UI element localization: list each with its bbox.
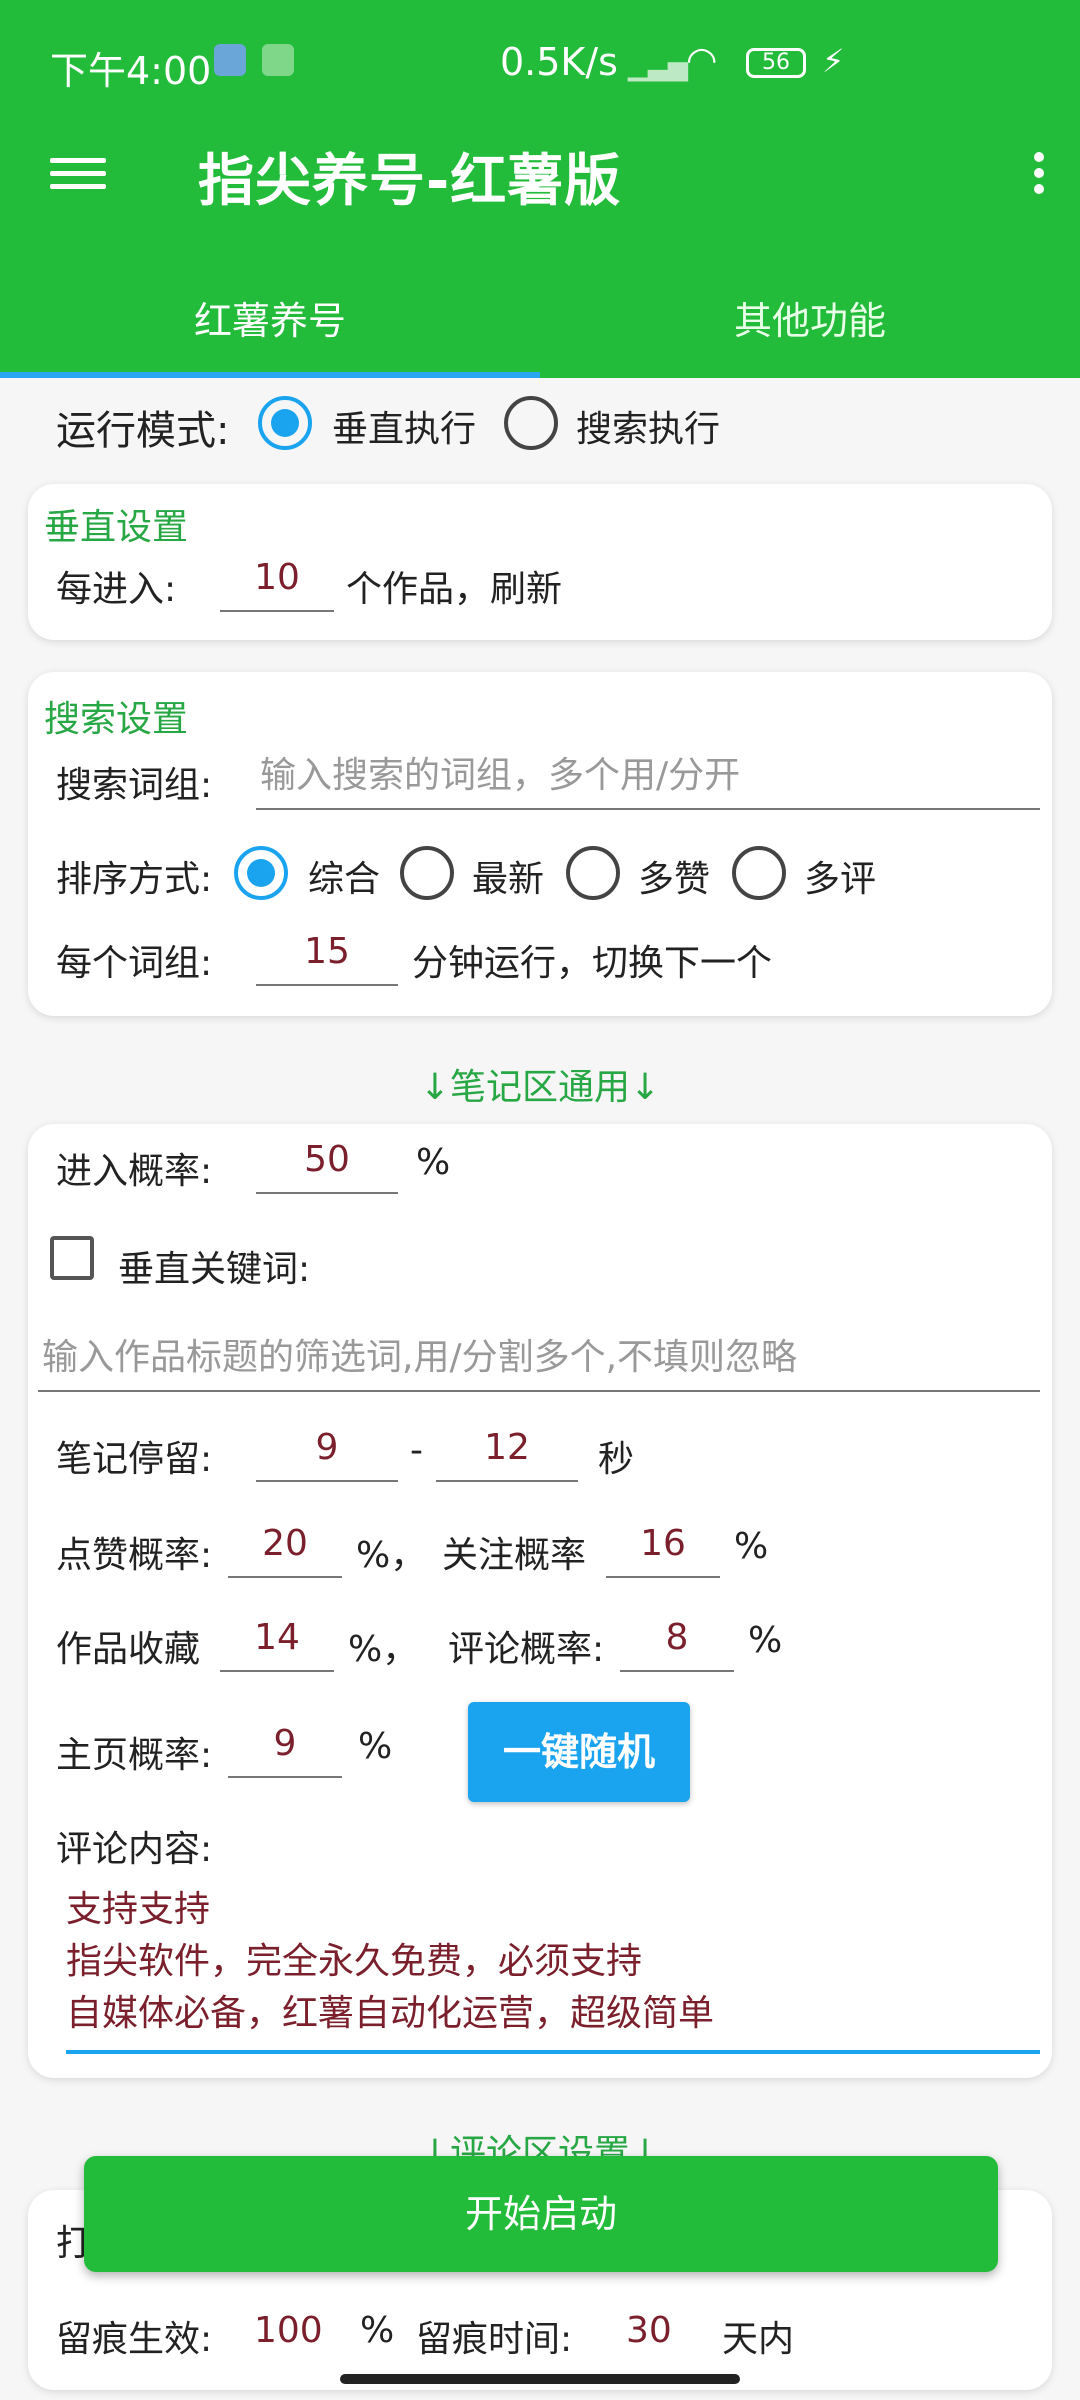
collect-prob-input[interactable]: 14 [220,1610,334,1672]
network-speed: 0.5K/s [500,40,618,84]
like-prob-label: 点赞概率: [56,1535,213,1576]
trace-effective-unit: % [360,2310,395,2351]
home-prob-unit: % [358,1726,393,1767]
app-header: 下午4:00 0.5K/s ▁▃▅ ◠ 56 ⚡ 指尖养号-红薯版 红薯养号 其… [0,0,1080,378]
home-indicator[interactable] [340,2374,740,2384]
search-settings-card: 搜索设置 搜索词组: 输入搜索的词组，多个用/分开 排序方式: 综合 最新 多赞… [28,672,1052,1016]
vertical-keyword-checkbox[interactable] [50,1236,94,1280]
more-options-icon[interactable] [1024,146,1054,206]
app-title: 指尖养号-红薯版 [198,149,622,214]
random-button[interactable]: 一键随机 [468,1702,690,1802]
sort-most-comments-radio[interactable] [732,846,786,900]
signal-icon: ▁▃▅ [628,52,688,82]
stay-dash: - [410,1430,423,1471]
comment-line-3: 自媒体必备，红薯自动化运营，超级简单 [66,1993,715,2034]
per-word-suffix: 分钟运行，切换下一个 [412,943,773,984]
per-word-label: 每个词组: [56,943,213,984]
comment-content-label: 评论内容: [56,1829,213,1870]
sort-most-likes-radio[interactable] [566,846,620,900]
notification-icon [214,44,246,76]
notes-settings-card: 进入概率: 50 % 垂直关键词: 输入作品标题的筛选词,用/分割多个,不填则忽… [28,1124,1052,2078]
sort-comprehensive-label[interactable]: 综合 [308,850,380,902]
sort-comprehensive-radio[interactable] [234,846,288,900]
enter-prob-input[interactable]: 50 [256,1132,398,1194]
status-time: 下午4:00 [50,49,212,93]
follow-prob-input[interactable]: 16 [606,1516,720,1578]
comment-line-2: 指尖软件，完全永久免费，必须支持 [66,1941,643,1982]
run-mode-label: 运行模式: [56,408,230,454]
stay-label: 笔记停留: [56,1439,213,1480]
android-icon [262,44,294,76]
run-mode-search-radio[interactable] [504,396,558,450]
trace-effective-value[interactable]: 100 [254,2310,323,2351]
search-settings-title: 搜索设置 [44,699,189,740]
status-bar: 下午4:00 0.5K/s ▁▃▅ ◠ 56 ⚡ [0,0,1080,130]
collect-prob-unit: %， [348,1629,419,1670]
home-prob-label: 主页概率: [56,1735,213,1776]
keyword-filter-input[interactable]: 输入作品标题的筛选词,用/分割多个,不填则忽略 [38,1330,1040,1392]
comment-line-1: 支持支持 [66,1889,211,1930]
vertical-suffix: 个作品，刷新 [346,569,563,610]
follow-prob-label: 关注概率 [442,1535,587,1576]
vertical-prefix: 每进入: [56,569,177,610]
app-bar: 指尖养号-红薯版 [0,130,1080,240]
trace-effective-label: 留痕生效: [56,2319,213,2360]
vertical-count-input[interactable]: 10 [220,550,334,612]
like-prob-input[interactable]: 20 [228,1516,342,1578]
per-word-minutes-input[interactable]: 15 [256,924,398,986]
sort-label: 排序方式: [56,859,213,900]
sort-most-comments-label[interactable]: 多评 [804,850,876,902]
comment-prob-input[interactable]: 8 [620,1610,734,1672]
main-content: 运行模式: 垂直执行 搜索执行 垂直设置 每进入: 10 个作品，刷新 搜索设置… [0,378,1080,2390]
tab-hongshu[interactable]: 红薯养号 [0,290,540,345]
trace-time-suffix: 天内 [722,2319,795,2360]
sort-latest-label[interactable]: 最新 [472,850,544,902]
trace-time-label: 留痕时间: [416,2319,573,2360]
enter-prob-label: 进入概率: [56,1151,213,1192]
run-mode-search-label[interactable]: 搜索执行 [576,400,720,452]
like-prob-unit: %， [356,1535,427,1576]
menu-icon[interactable] [50,150,106,202]
home-prob-input[interactable]: 9 [228,1716,342,1778]
start-button[interactable]: 开始启动 [84,2156,998,2272]
sort-latest-radio[interactable] [400,846,454,900]
vertical-settings-title: 垂直设置 [44,507,189,548]
sort-most-likes-label[interactable]: 多赞 [638,850,710,902]
tab-other[interactable]: 其他功能 [540,290,1080,345]
vertical-settings-card: 垂直设置 每进入: 10 个作品，刷新 [28,484,1052,640]
stay-seconds: 秒 [598,1439,635,1480]
wifi-icon: ◠ [686,40,718,81]
comment-content-input[interactable]: 支持支持 指尖软件，完全永久免费，必须支持 自媒体必备，红薯自动化运营，超级简单 [66,1884,1040,2054]
collect-prob-label: 作品收藏 [56,1629,201,1670]
tab-bar: 红薯养号 其他功能 [0,276,1080,378]
enter-prob-unit: % [416,1142,451,1183]
charging-icon: ⚡ [822,42,845,80]
comment-prob-label: 评论概率: [448,1629,605,1670]
comment-prob-unit: % [748,1620,783,1661]
trace-time-value[interactable]: 30 [626,2310,672,2351]
search-words-label: 搜索词组: [56,765,213,806]
stay-max-input[interactable]: 12 [436,1420,578,1482]
notes-section-header: ↓笔记区通用↓ [419,1067,661,1108]
run-mode-vertical-radio[interactable] [258,396,312,450]
vertical-keyword-label[interactable]: 垂直关键词: [118,1240,310,1292]
follow-prob-unit: % [734,1526,769,1567]
stay-min-input[interactable]: 9 [256,1420,398,1482]
run-mode-vertical-label[interactable]: 垂直执行 [332,400,476,452]
battery-icon: 56 [746,48,806,78]
search-words-input[interactable]: 输入搜索的词组，多个用/分开 [256,748,1040,810]
